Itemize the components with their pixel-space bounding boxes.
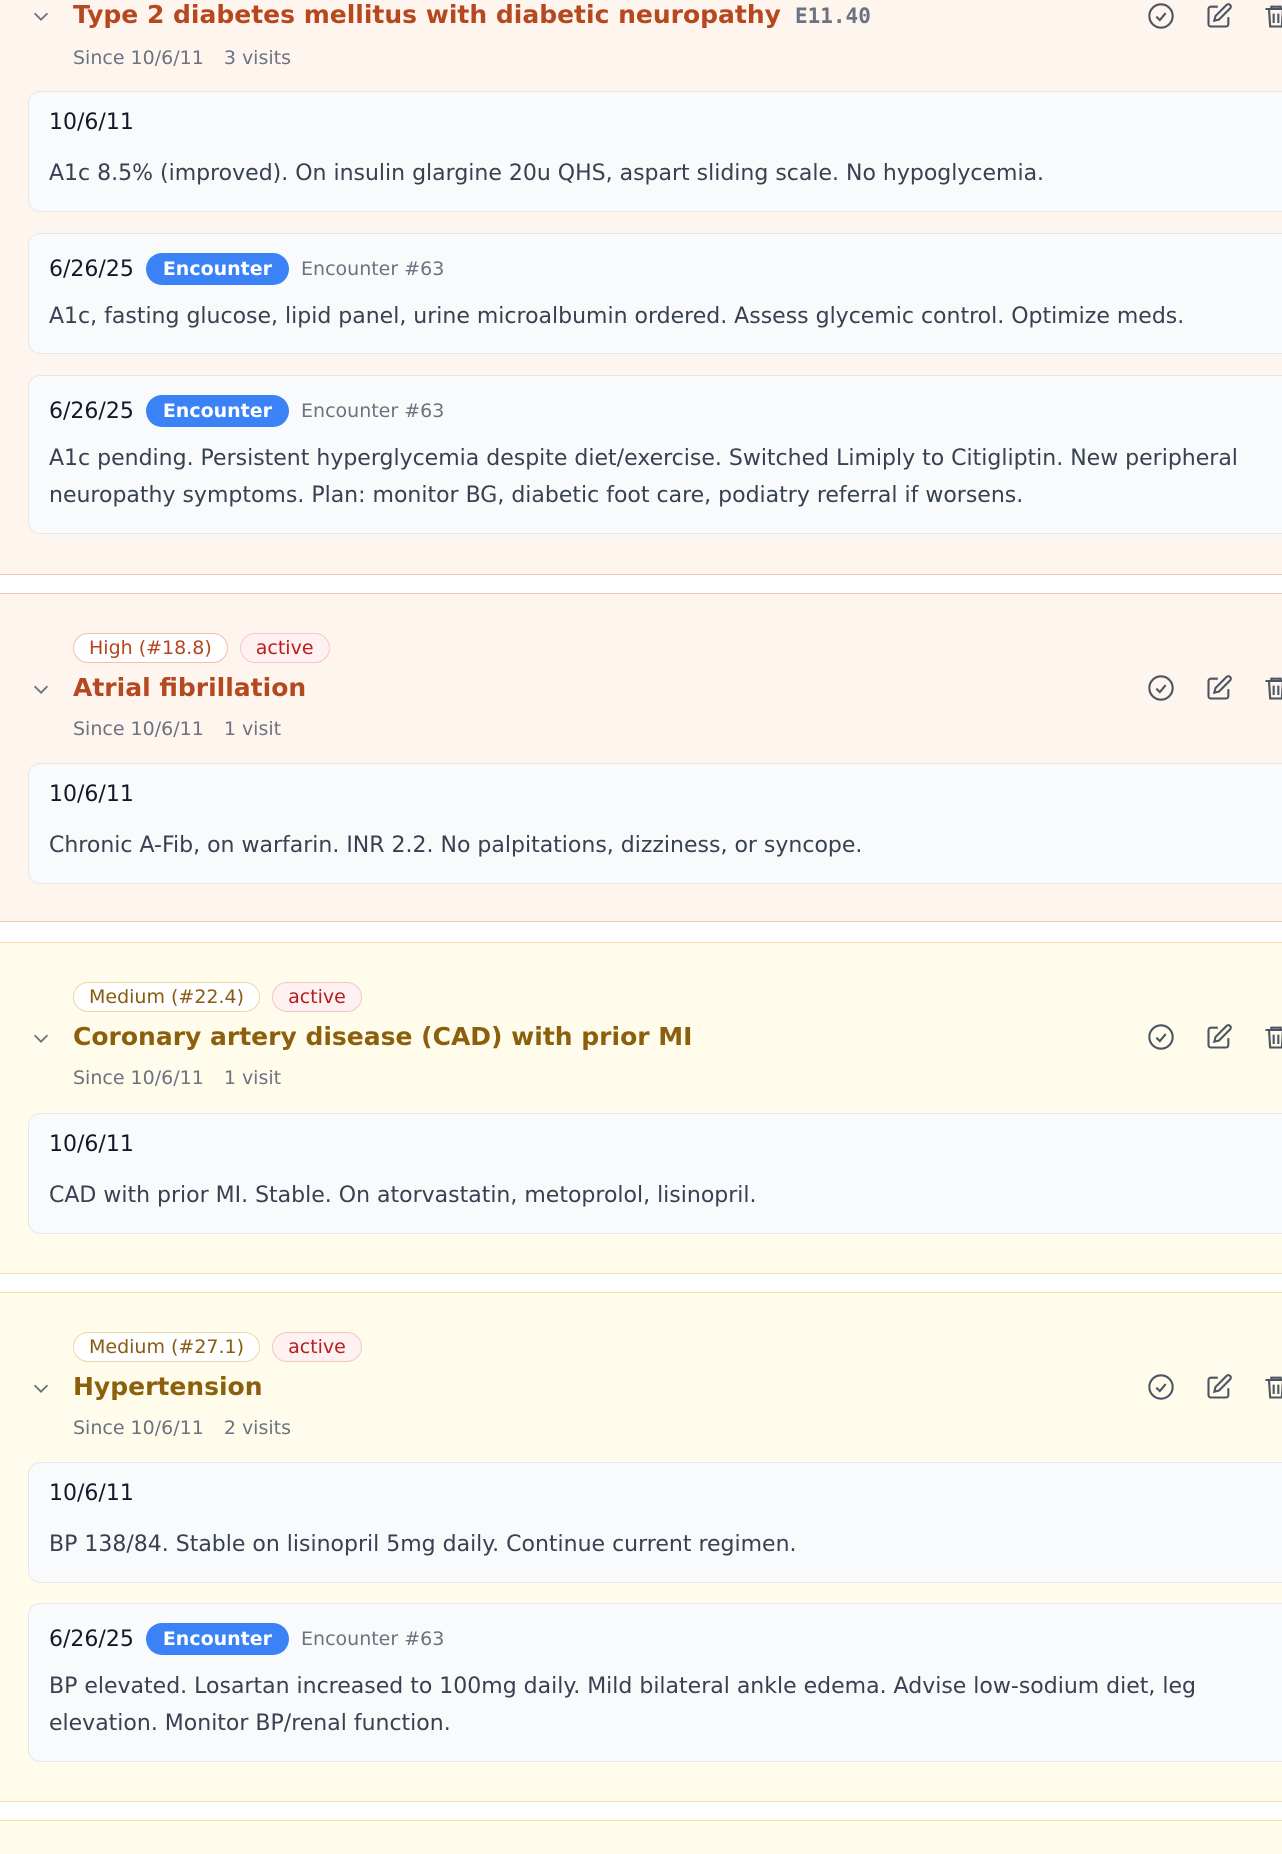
problem-title[interactable]: Atrial fibrillation xyxy=(73,673,306,702)
note-date: 6/26/25 xyxy=(49,1626,134,1652)
encounter-ref[interactable]: Encounter #63 xyxy=(301,1628,444,1650)
note-text: Chronic A-Fib, on warfarin. INR 2.2. No … xyxy=(49,833,863,858)
note-text: CAD with prior MI. Stable. On atorvastat… xyxy=(49,1183,757,1208)
note-card: 6/26/25 Encounter Encounter #63 A1c pend… xyxy=(28,375,1282,534)
since-date: Since 10/6/11 xyxy=(73,47,204,69)
encounter-badge[interactable]: Encounter xyxy=(145,1623,290,1655)
chevron-down-icon[interactable] xyxy=(30,5,52,27)
encounter-badge[interactable]: Encounter xyxy=(145,253,290,285)
check-circle-icon[interactable] xyxy=(1147,1023,1175,1051)
visit-count: 3 visits xyxy=(223,47,291,69)
priority-badge: Medium (#22.4) xyxy=(73,982,261,1012)
chevron-down-icon[interactable] xyxy=(30,678,52,700)
since-date: Since 10/6/11 xyxy=(73,1417,204,1439)
edit-icon[interactable] xyxy=(1205,1023,1233,1051)
note-date: 10/6/11 xyxy=(49,782,134,807)
status-badge: active xyxy=(272,1332,362,1362)
problem-section xyxy=(0,1820,1282,1854)
note-card: 10/6/11 CAD with prior MI. Stable. On at… xyxy=(28,1113,1282,1234)
since-date: Since 10/6/11 xyxy=(73,1067,204,1089)
note-card: 10/6/11 BP 138/84. Stable on lisinopril … xyxy=(28,1462,1282,1583)
problem-title[interactable]: Coronary artery disease (CAD) with prior… xyxy=(73,1022,692,1051)
note-date: 6/26/25 xyxy=(49,398,134,424)
problem-title[interactable]: Type 2 diabetes mellitus with diabetic n… xyxy=(73,0,781,29)
priority-badge: High (#18.8) xyxy=(73,633,228,663)
note-date: 6/26/25 xyxy=(49,256,134,282)
note-card: 6/26/25 Encounter Encounter #63 A1c, fas… xyxy=(28,233,1282,354)
note-card: 10/6/11 A1c 8.5% (improved). On insulin … xyxy=(28,91,1282,212)
problem-section: Type 2 diabetes mellitus with diabetic n… xyxy=(0,0,1282,575)
visit-count: 1 visit xyxy=(223,1067,282,1089)
check-circle-icon[interactable] xyxy=(1147,2,1175,30)
problem-section: Medium (#22.4) active Coronary artery di… xyxy=(0,942,1282,1274)
visit-count: 2 visits xyxy=(223,1417,291,1439)
since-date: Since 10/6/11 xyxy=(73,718,204,740)
problem-section: High (#18.8) active Atrial fibrillation … xyxy=(0,593,1282,922)
trash-icon[interactable] xyxy=(1262,674,1282,702)
note-date: 10/6/11 xyxy=(49,1132,134,1157)
note-card: 6/26/25 Encounter Encounter #63 BP eleva… xyxy=(28,1603,1282,1762)
encounter-ref[interactable]: Encounter #63 xyxy=(301,400,444,422)
visit-count: 1 visit xyxy=(223,718,282,740)
encounter-badge[interactable]: Encounter xyxy=(145,395,290,427)
edit-icon[interactable] xyxy=(1205,2,1233,30)
problem-title[interactable]: Hypertension xyxy=(73,1372,263,1401)
encounter-ref[interactable]: Encounter #63 xyxy=(301,258,444,280)
note-text: A1c pending. Persistent hyperglycemia de… xyxy=(49,446,1238,508)
trash-icon[interactable] xyxy=(1262,1373,1282,1401)
note-text: BP elevated. Losartan increased to 100mg… xyxy=(49,1674,1197,1736)
trash-icon[interactable] xyxy=(1262,2,1282,30)
trash-icon[interactable] xyxy=(1262,1023,1282,1051)
problem-section: Medium (#27.1) active Hypertension Since… xyxy=(0,1292,1282,1802)
note-date: 10/6/11 xyxy=(49,110,134,135)
status-badge: active xyxy=(272,982,362,1012)
edit-icon[interactable] xyxy=(1205,1373,1233,1401)
check-circle-icon[interactable] xyxy=(1147,674,1175,702)
chevron-down-icon[interactable] xyxy=(30,1027,52,1049)
note-card: 10/6/11 Chronic A-Fib, on warfarin. INR … xyxy=(28,763,1282,884)
note-date: 10/6/11 xyxy=(49,1481,134,1506)
icd-code: E11.40 xyxy=(794,4,871,28)
note-text: BP 138/84. Stable on lisinopril 5mg dail… xyxy=(49,1532,797,1557)
chevron-down-icon[interactable] xyxy=(30,1377,52,1399)
check-circle-icon[interactable] xyxy=(1147,1373,1175,1401)
priority-badge: Medium (#27.1) xyxy=(73,1332,261,1362)
edit-icon[interactable] xyxy=(1205,674,1233,702)
note-text: A1c, fasting glucose, lipid panel, urine… xyxy=(49,304,1185,329)
note-text: A1c 8.5% (improved). On insulin glargine… xyxy=(49,161,1045,186)
status-badge: active xyxy=(239,633,330,663)
